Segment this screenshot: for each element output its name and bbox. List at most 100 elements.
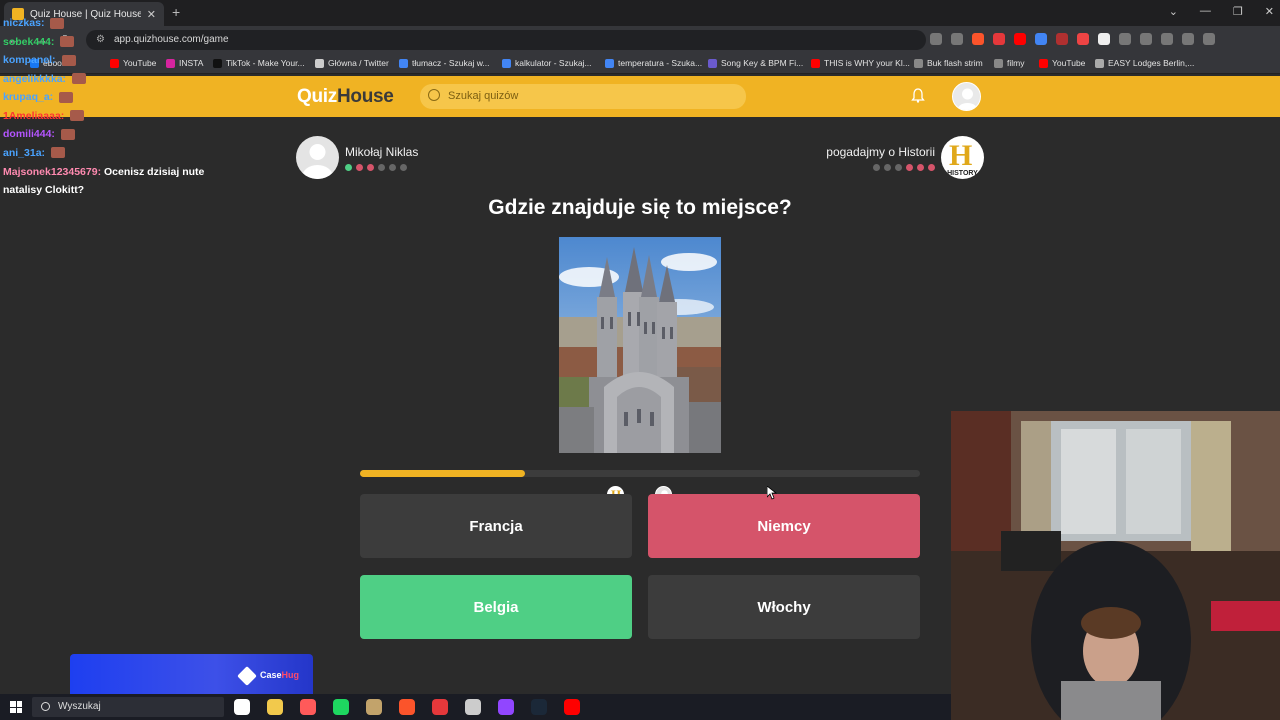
taskbar-app-icon[interactable] [267,699,283,715]
bookmark-favicon-icon [811,58,820,68]
ext-icon[interactable] [1056,33,1068,45]
taskbar-app-icon[interactable] [564,699,580,715]
cast-icon[interactable] [930,33,942,45]
history-channel-logo: H HISTORY [941,136,984,179]
menu-icon[interactable] [1203,33,1215,45]
timer-progress-fill [360,470,526,477]
quiz-search[interactable]: Szukaj quizów [420,84,746,109]
bookmark-label: temperatura - Szuka... [618,58,703,68]
logo-text-2: House [336,86,394,107]
answer-button-1[interactable]: Francja [360,494,632,558]
ext2-icon[interactable] [1077,33,1089,45]
taskbar-app-icon[interactable] [498,699,514,715]
bookmark-favicon-icon [502,58,511,68]
bookmark-favicon-icon [110,58,119,68]
bookmark-item[interactable]: INSTA [166,58,203,68]
bookmark-item[interactable]: temperatura - Szuka... [605,58,702,68]
extensions-icon[interactable] [1119,33,1131,45]
bookmark-item[interactable]: tłumacz - Szukaj w... [399,58,489,68]
bookmark-item[interactable]: EASY Lodges Berlin,... [1095,58,1194,68]
bookmark-item[interactable]: kalkulator - Szukaj... [502,58,592,68]
new-tab-icon[interactable]: + [172,4,180,20]
taskbar-app-icon[interactable] [333,699,349,715]
question-text: Gdzie znajduje się to miejsce? [488,196,792,219]
chat-message: Majsonek12345679: Ocenisz dzisiaj nute n… [3,163,243,199]
screen: Quiz House | Quiz House ✕ + ⌄ — ❐ ✕ ← → … [0,0,1280,720]
taskbar-app-icon[interactable] [300,699,316,715]
score-dot [367,163,374,171]
windows-start-icon[interactable] [10,701,22,713]
bookmark-item[interactable]: YouTube [1039,58,1085,68]
address-bar[interactable]: ⚙ app.quizhouse.com/game [86,30,926,50]
chat-user-line: angelikkkka: [3,73,87,85]
taskbar-app-icon[interactable] [531,699,547,715]
bookmark-label: filmy [1007,58,1025,68]
score-dot [895,163,902,171]
sidebar-icon[interactable] [1140,33,1152,45]
taskbar-app-icon[interactable] [366,699,382,715]
minimize-icon[interactable]: — [1200,5,1211,18]
answer-button-2[interactable]: Niemcy [648,494,920,558]
chat-username: ani_31a: [3,146,46,159]
rewards-icon[interactable] [993,33,1005,45]
translate-ext-icon[interactable] [1035,33,1047,45]
user-avatar[interactable] [952,82,981,111]
bookmark-item[interactable]: TikTok - Make Your... [213,58,305,68]
maximize-icon[interactable]: ❐ [1233,5,1243,18]
bookmark-item[interactable]: Buk flash strim [914,58,983,68]
wallet-icon[interactable] [1161,33,1173,45]
bookmark-label: Song Key & BPM Fi... [721,58,804,68]
search-icon [41,702,50,711]
quizhouse-logo[interactable]: QuizHouse [297,86,394,108]
bookmark-label: YouTube [123,58,157,68]
close-tab-icon[interactable]: ✕ [147,8,156,21]
taskbar-search[interactable]: Wyszukaj [32,697,224,717]
tab-search-icon[interactable]: ⌄ [1169,5,1178,18]
bookmark-favicon-icon [399,58,408,68]
score-dot [378,163,385,171]
chat-user-line: krupaq_a: [3,91,74,103]
search-placeholder: Szukaj quizów [448,90,519,102]
youtube-ext-icon[interactable] [1014,33,1026,45]
bookmark-label: tłumacz - Szukaj w... [412,58,490,68]
logo-text-1: Quiz [297,86,337,107]
chat-emote-icon [60,128,75,140]
site-info-icon[interactable]: ⚙ [96,34,105,45]
taskbar-app-icon[interactable] [432,699,448,715]
vpn-icon[interactable] [1182,33,1194,45]
score-dot [389,163,396,171]
bookmark-item[interactable]: YouTube [110,58,156,68]
brave-shield-icon[interactable] [972,33,984,45]
ext3-icon[interactable] [1098,33,1110,45]
notification-bell-icon[interactable] [911,88,925,103]
chat-username: niczkas: [3,17,45,29]
browser-tabbar: Quiz House | Quiz House ✕ + ⌄ — ❐ ✕ [0,0,1280,26]
bookmark-item[interactable]: Główna / Twitter [315,58,389,68]
chat-username: domili444: [3,128,55,140]
bookmark-item[interactable]: filmy [994,58,1024,68]
sponsor-banner[interactable]: CaseHug [70,654,313,698]
bookmark-favicon-icon [914,58,923,68]
chat-user-line: sobek444: [3,35,75,48]
windows-taskbar: Wyszukaj [0,694,951,720]
taskbar-app-icon[interactable] [234,699,250,715]
chat-emote-icon [59,91,74,103]
score-dot [928,163,935,171]
chat-username: sobek444: [3,35,55,48]
bookmark-item[interactable]: THIS is WHY your Kl... [811,58,910,68]
bookmark-label: Buk flash strim [927,58,983,68]
bookmark-label: kalkulator - Szukaj... [515,58,592,68]
player-1-score-dots [345,163,418,171]
bookmark-item[interactable]: Song Key & BPM Fi... [708,58,803,68]
share-icon[interactable] [951,33,963,45]
taskbar-app-icon[interactable] [399,699,415,715]
close-window-icon[interactable]: ✕ [1265,5,1274,18]
answer-button-3[interactable]: Belgia [360,575,632,639]
answer-button-4[interactable]: Włochy [648,575,920,639]
chat-emote-icon [60,36,75,48]
casehug-logo-icon [237,666,257,686]
extension-icons [930,33,1215,45]
taskbar-app-icon[interactable] [465,699,481,715]
score-dot [345,163,352,171]
bookmark-favicon-icon [1039,58,1048,68]
